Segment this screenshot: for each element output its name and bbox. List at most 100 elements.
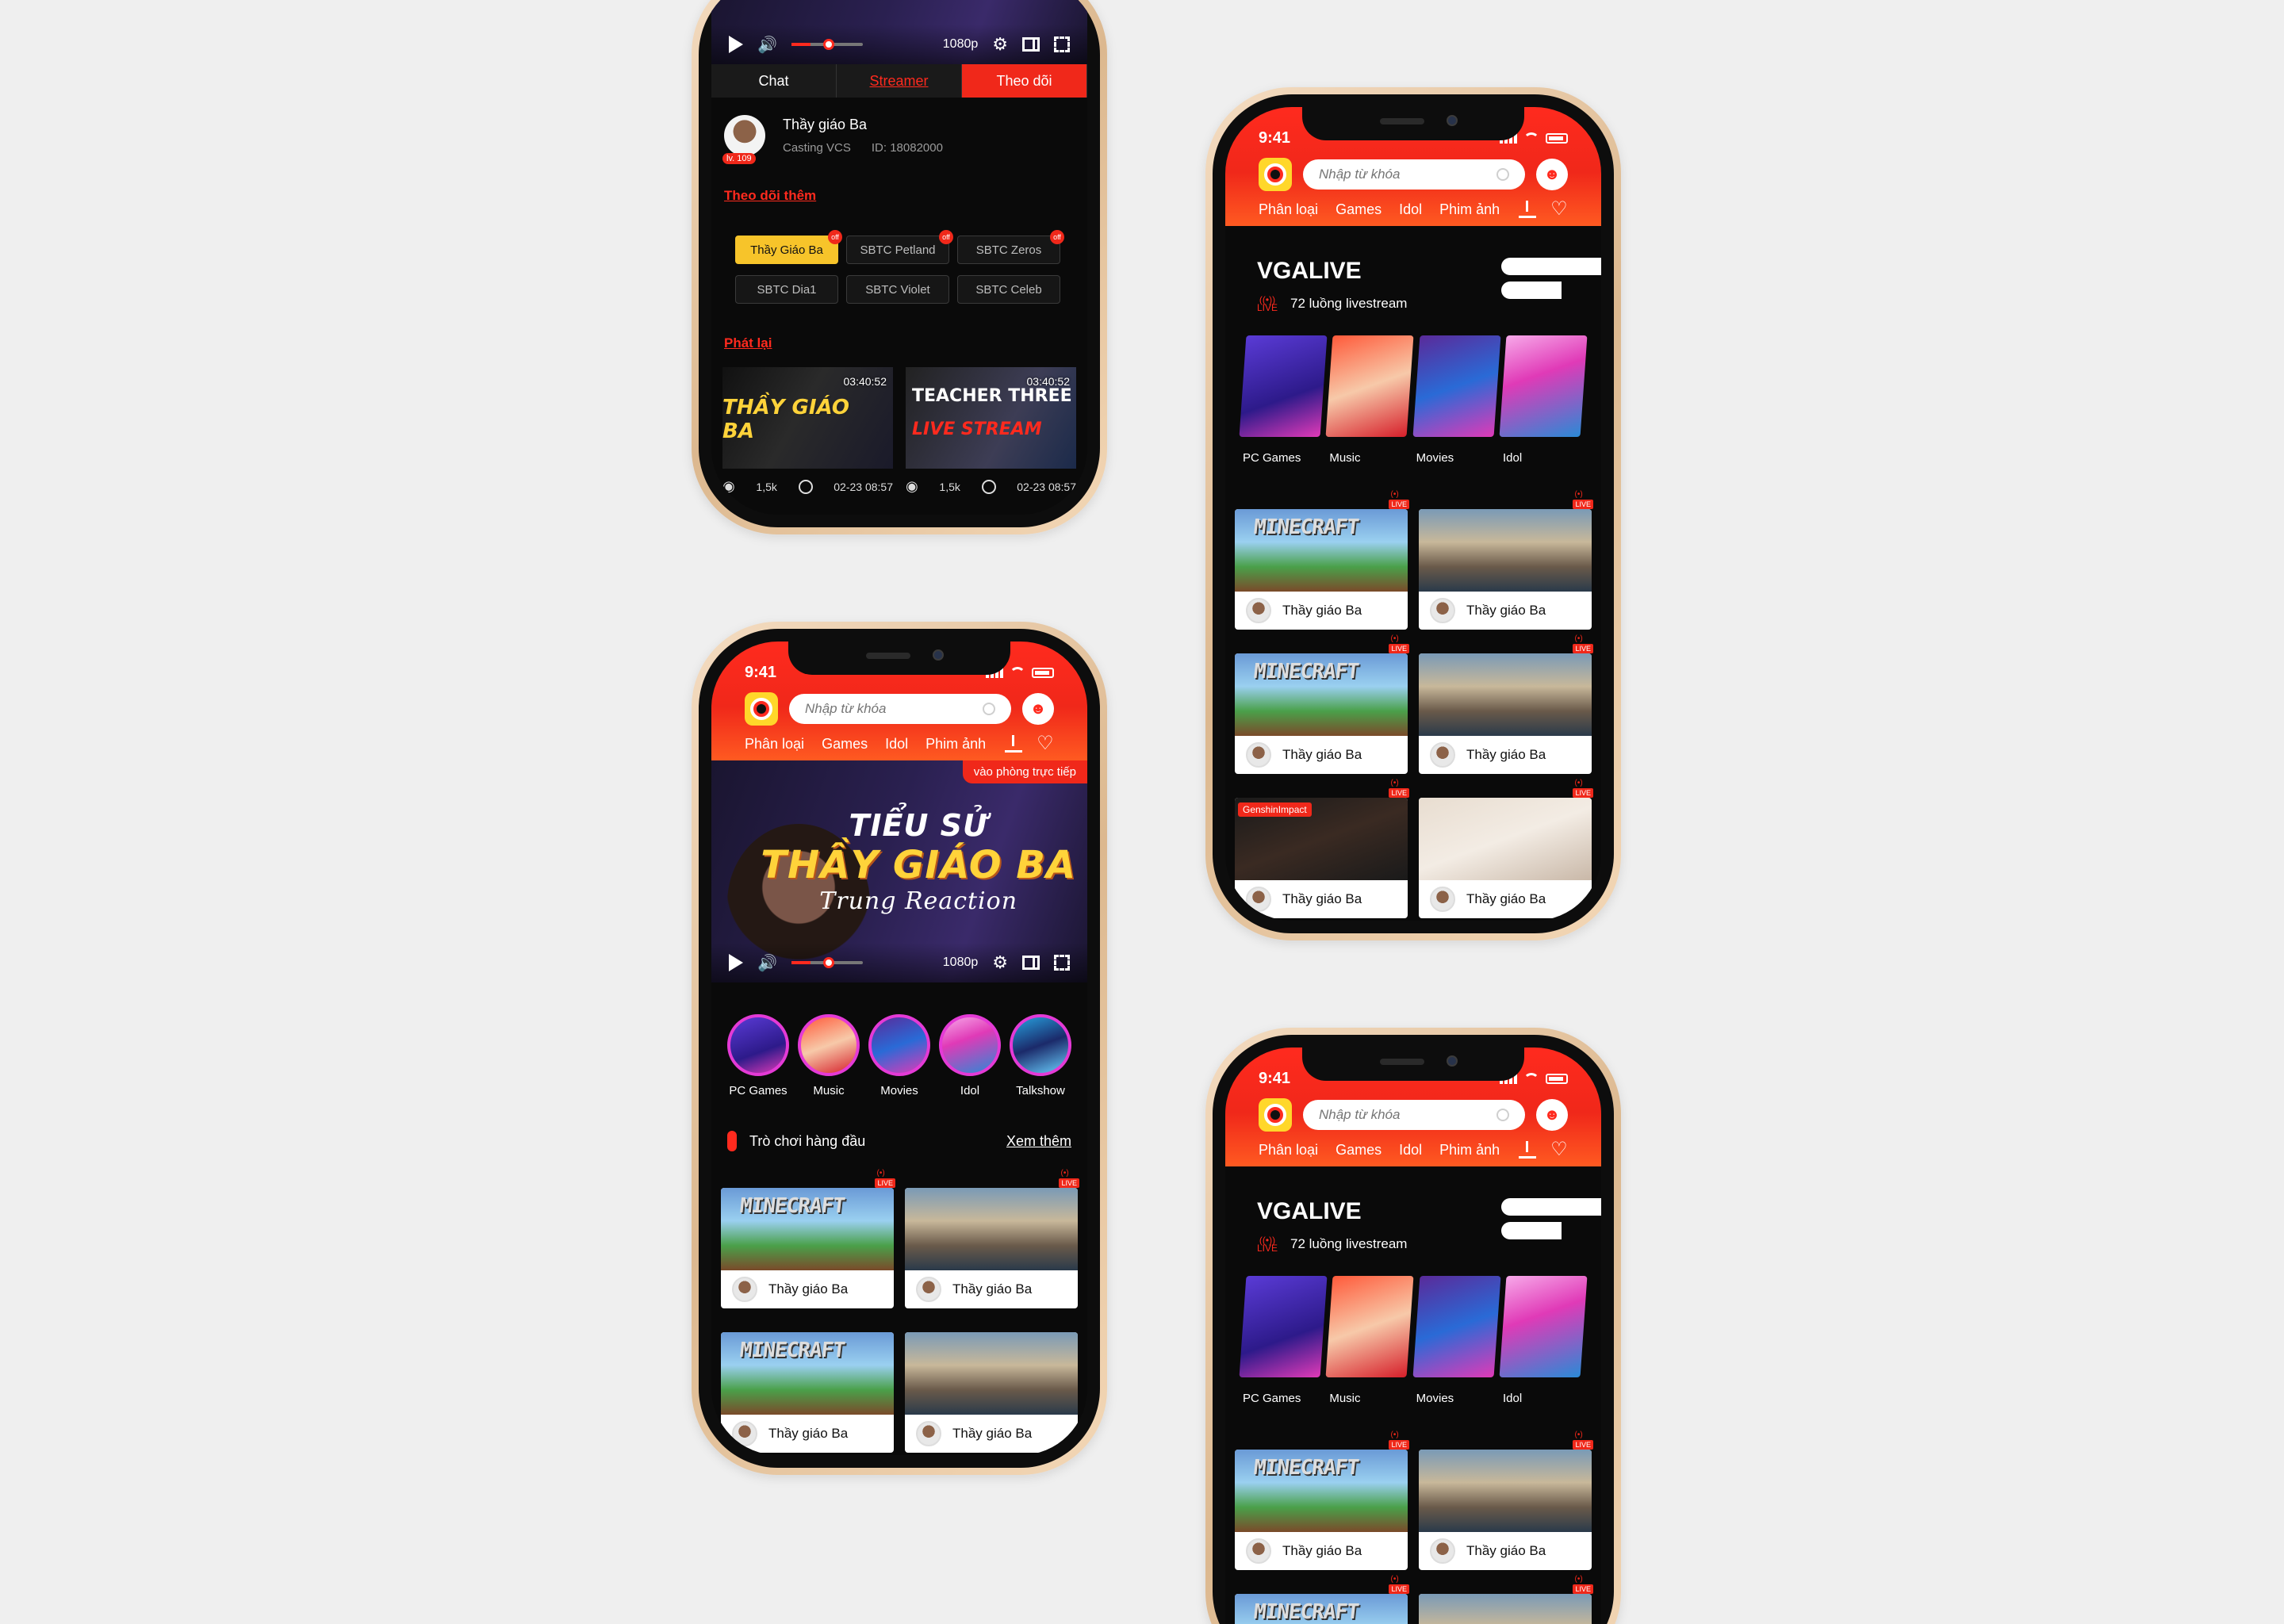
category-item[interactable]: Movies — [868, 1014, 930, 1097]
nav-games[interactable]: Games — [1336, 1142, 1382, 1159]
stream-card[interactable]: LIVE Thầy giáo Ba — [1235, 634, 1409, 774]
nav-idol[interactable]: Idol — [1399, 1142, 1422, 1159]
follow-chip[interactable]: SBTC Celeb — [957, 275, 1060, 304]
category-item[interactable]: Movies — [1412, 1276, 1501, 1405]
nav-games[interactable]: Games — [822, 736, 868, 753]
stream-card[interactable]: LIVE — [1419, 1575, 1593, 1624]
live-room-button[interactable]: vào phòng trực tiếp — [962, 760, 1087, 783]
category-item[interactable]: Music — [1325, 1276, 1414, 1405]
stream-card[interactable]: LIVE — [1235, 1575, 1409, 1624]
fullscreen-icon[interactable] — [1054, 36, 1070, 52]
app-logo[interactable] — [1259, 158, 1292, 191]
stream-card[interactable]: LIVE Thầy giáo Ba — [1419, 1431, 1593, 1570]
progress-bar[interactable] — [791, 39, 863, 50]
replay-item[interactable]: 03:40:52 THẦY GIÁO BA ◉ 1,5k 02-23 08:57 — [722, 367, 893, 495]
category-item[interactable]: PC Games — [1239, 335, 1328, 465]
download-icon[interactable] — [1519, 201, 1537, 218]
stream-card[interactable]: LIVE GenshinImpact Thầy giáo Ba — [1235, 779, 1409, 918]
heart-icon[interactable]: ♡ — [1037, 734, 1054, 753]
category-item[interactable]: Idol — [939, 1014, 1001, 1097]
follow-chip[interactable]: SBTC Zeros off — [957, 230, 1064, 264]
play-icon[interactable] — [729, 36, 743, 53]
stream-card[interactable]: Thầy giáo Ba — [721, 1332, 894, 1453]
replay-thumbnail[interactable]: 03:40:52 THẦY GIÁO BA — [722, 367, 893, 469]
search-input[interactable] — [1319, 1107, 1471, 1123]
stream-card[interactable]: LIVE Thầy giáo Ba — [905, 1169, 1079, 1308]
stream-card[interactable]: LIVE Thầy giáo Ba — [1235, 490, 1409, 630]
stream-card[interactable]: Thầy giáo Ba — [905, 1332, 1078, 1453]
see-more-link[interactable]: Xem thêm — [1006, 1133, 1071, 1150]
nav-games[interactable]: Games — [1336, 201, 1382, 218]
quality-label[interactable]: 1080p — [943, 37, 979, 52]
theater-mode-icon[interactable] — [1022, 37, 1040, 52]
user-avatar-button[interactable]: ☻ — [1022, 693, 1054, 725]
search-input[interactable] — [805, 701, 957, 717]
replay-label[interactable]: Phát lại — [711, 335, 1087, 351]
gear-icon[interactable]: ⚙ — [992, 952, 1008, 973]
search-icon[interactable] — [1496, 168, 1509, 181]
follow-more-link[interactable]: Theo dõi thêm — [711, 188, 1087, 204]
follow-chip[interactable]: Thầy Giáo Ba off — [735, 230, 842, 264]
replay-thumbnail[interactable]: 03:40:52 TEACHER THREE LIVE STREAM — [906, 367, 1076, 469]
category-item[interactable]: Idol — [1499, 1276, 1588, 1405]
stream-card[interactable]: LIVE Thầy giáo Ba — [1419, 779, 1593, 918]
progress-bar[interactable] — [791, 957, 863, 968]
nav-idol[interactable]: Idol — [1399, 201, 1422, 218]
bezel: 9:41 ☻ Phân loại Games Idol Phim ảnh ♡ V… — [1213, 94, 1614, 933]
stream-card[interactable]: LIVE Thầy giáo Ba — [1419, 490, 1593, 630]
category-item[interactable]: Music — [798, 1014, 860, 1097]
heart-icon[interactable]: ♡ — [1550, 200, 1568, 219]
follow-chip[interactable]: SBTC Violet — [846, 275, 949, 304]
download-icon[interactable] — [1005, 735, 1023, 753]
follow-chip[interactable]: SBTC Petland off — [846, 230, 953, 264]
video-player[interactable]: vào phòng trực tiếp TIỂU SỬ THẦY GIÁO BA… — [711, 760, 1087, 982]
search-icon[interactable] — [1496, 1109, 1509, 1121]
app-logo[interactable] — [1259, 1098, 1292, 1132]
vgalive-header: VGALIVE ((•)) LIVE 72 luồng livestream — [1225, 226, 1601, 312]
nav-categories[interactable]: Phân loại — [1259, 201, 1318, 218]
category-image — [1325, 335, 1414, 437]
nav-movies[interactable]: Phim ảnh — [1439, 1142, 1500, 1159]
theater-mode-icon[interactable] — [1022, 956, 1040, 970]
video-player[interactable]: 🔊 1080p ⚙ — [711, 0, 1087, 64]
volume-icon[interactable]: 🔊 — [757, 953, 777, 973]
volume-icon[interactable]: 🔊 — [757, 35, 777, 55]
streamer-name: Thầy giáo Ba — [1282, 1543, 1362, 1558]
search-icon[interactable] — [983, 703, 995, 715]
user-avatar-button[interactable]: ☻ — [1536, 159, 1568, 190]
user-avatar-button[interactable]: ☻ — [1536, 1099, 1568, 1131]
fullscreen-icon[interactable] — [1054, 955, 1070, 971]
search-input[interactable] — [1319, 167, 1471, 182]
category-item[interactable]: Idol — [1499, 335, 1588, 465]
stream-card[interactable]: LIVE Thầy giáo Ba — [1419, 634, 1593, 774]
nav-movies[interactable]: Phim ảnh — [925, 736, 986, 753]
battery-icon — [1032, 668, 1054, 678]
gear-icon[interactable]: ⚙ — [992, 34, 1008, 55]
nav-categories[interactable]: Phân loại — [1259, 1142, 1318, 1159]
quality-label[interactable]: 1080p — [943, 956, 979, 970]
tab-follow[interactable]: Theo dõi — [962, 64, 1087, 98]
category-item[interactable]: PC Games — [727, 1014, 789, 1097]
search-bar[interactable] — [1303, 1100, 1525, 1130]
nav-movies[interactable]: Phim ảnh — [1439, 201, 1500, 218]
stream-card[interactable]: LIVE Thầy giáo Ba — [1235, 1431, 1409, 1570]
app-logo[interactable] — [745, 692, 778, 726]
avatar[interactable]: lv. 109 — [722, 115, 765, 164]
heart-icon[interactable]: ♡ — [1550, 1140, 1568, 1159]
tab-streamer[interactable]: Streamer — [837, 64, 962, 98]
play-icon[interactable] — [729, 954, 743, 971]
download-icon[interactable] — [1519, 1141, 1537, 1159]
follow-chip[interactable]: SBTC Dia1 — [735, 275, 838, 304]
search-bar[interactable] — [1303, 159, 1525, 190]
nav-categories[interactable]: Phân loại — [745, 736, 804, 753]
category-item[interactable]: Movies — [1412, 335, 1501, 465]
category-item[interactable]: PC Games — [1239, 1276, 1328, 1405]
nav-idol[interactable]: Idol — [885, 736, 908, 753]
replay-item[interactable]: 03:40:52 TEACHER THREE LIVE STREAM ◉ 1,5… — [906, 367, 1076, 495]
category-item[interactable]: Talkshow — [1010, 1014, 1071, 1097]
category-item[interactable]: Music — [1325, 335, 1414, 465]
tab-chat[interactable]: Chat — [711, 64, 837, 98]
stream-card[interactable]: LIVE Thầy giáo Ba — [721, 1169, 895, 1308]
search-bar[interactable] — [789, 694, 1011, 724]
category-label: PC Games — [1243, 1392, 1301, 1405]
